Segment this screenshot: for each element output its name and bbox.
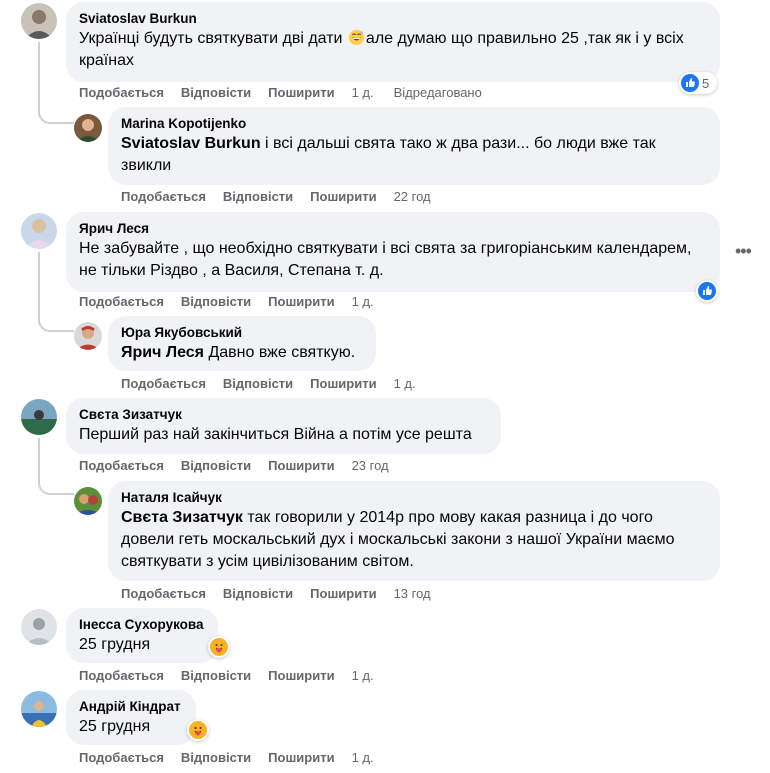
care-reaction-icon [189,721,207,739]
comment-bubble: Ярич Леся Не забувайте , що необхідно св… [66,212,720,292]
share-button[interactable]: Поширити [310,376,376,391]
reply-button[interactable]: Відповісти [223,376,293,391]
reply-text: Sviatoslav Burkun і всі дальші свята так… [121,133,708,177]
reply-author[interactable]: Юра Якубовський [121,324,364,342]
comment-author[interactable]: Інесса Сухорукова [79,616,206,634]
comment-bubble: Свєта Зизатчук Перший раз най закінчитьс… [66,398,501,454]
reply-time[interactable]: 1 д. [394,376,416,391]
reaction-summary[interactable] [187,719,209,741]
edited-label: Відредаговано [393,84,482,100]
avatar[interactable] [74,114,102,142]
mention-link[interactable]: Свєта Зизатчук [121,509,243,526]
share-button[interactable]: Поширити [268,294,334,309]
like-reaction-icon [681,74,699,92]
comment-time[interactable]: 1 д. [352,750,374,765]
share-button[interactable]: Поширити [310,189,376,204]
reply-time[interactable]: 22 год [394,189,431,204]
share-button[interactable]: Поширити [268,668,334,683]
reply-text: Ярич Леся Давно вже святкую. [121,342,364,364]
like-button[interactable]: Подобається [79,750,164,765]
share-button[interactable]: Поширити [268,458,334,473]
thread-branch [38,318,74,332]
reaction-count: 5 [702,75,710,91]
comment-actions: Подобається Відповісти Поширити 1 д. [79,293,374,309]
thread-branch [38,110,74,124]
comment-time[interactable]: 1 д. [352,85,374,100]
care-reaction-icon [210,638,228,656]
share-button[interactable]: Поширити [268,750,334,765]
comment-author[interactable]: Sviatoslav Burkun [79,10,708,28]
comment-author[interactable]: Свєта Зизатчук [79,406,489,424]
comment-actions: Подобається Відповісти Поширити 1 д. [79,749,374,765]
avatar[interactable] [21,213,57,249]
share-button[interactable]: Поширити [268,85,334,100]
reply-actions: Подобається Відповісти Поширити 13 год [121,585,431,601]
share-button[interactable]: Поширити [310,586,376,601]
comment-text: Українці будуть святкувати дві дати але … [79,28,708,72]
comment-time[interactable]: 1 д. [352,668,374,683]
comment-text-part: Українці будуть святкувати дві дати [79,30,347,47]
comment-bubble: Інесса Сухорукова 25 грудня [66,608,218,663]
like-button[interactable]: Подобається [121,376,206,391]
avatar[interactable] [21,399,57,435]
avatar[interactable] [74,487,102,515]
like-button[interactable]: Подобається [79,85,164,100]
reply-button[interactable]: Відповісти [181,668,251,683]
like-button[interactable]: Подобається [121,586,206,601]
comment-author[interactable]: Ярич Леся [79,220,708,238]
mention-link[interactable]: Ярич Леся [121,344,204,361]
reaction-summary[interactable] [208,636,230,658]
thread-branch [38,481,74,495]
like-button[interactable]: Подобається [79,458,164,473]
mention-link[interactable]: Sviatoslav Burkun [121,135,261,152]
reply-bubble: Наталя Ісайчук Свєта Зизатчук так говори… [108,481,720,581]
avatar[interactable] [21,609,57,645]
avatar[interactable] [21,3,57,39]
like-reaction-icon [698,282,716,300]
reply-time[interactable]: 13 год [394,586,431,601]
more-options-icon[interactable]: ••• [735,242,752,260]
reply-author[interactable]: Наталя Ісайчук [121,489,708,507]
reply-author[interactable]: Marina Kopotijenko [121,115,708,133]
like-button[interactable]: Подобається [79,668,164,683]
reply-button[interactable]: Відповісти [223,189,293,204]
comment-text: 25 грудня [79,636,151,653]
comment-thread: Sviatoslav Burkun Українці будуть святку… [0,0,770,773]
reply-button[interactable]: Відповісти [181,294,251,309]
comment-actions: Подобається Відповісти Поширити 1 д. [79,667,374,683]
comment-time[interactable]: 1 д. [352,294,374,309]
comment-text: Перший раз най закінчиться Війна а потім… [79,426,472,443]
reaction-summary[interactable]: 5 [679,72,718,94]
reply-actions: Подобається Відповісти Поширити 22 год [121,188,431,204]
reply-button[interactable]: Відповісти [223,586,293,601]
reply-actions: Подобається Відповісти Поширити 1 д. [121,375,416,391]
comment-actions: Подобається Відповісти Поширити 23 год [79,457,389,473]
avatar[interactable] [74,322,102,350]
comment-text: Не забувайте , що необхідно святкувати і… [79,240,692,279]
reply-button[interactable]: Відповісти [181,85,251,100]
reaction-summary[interactable] [696,280,718,302]
like-button[interactable]: Подобається [79,294,164,309]
comment-bubble: Андрій Кіндрат 25 грудня [66,690,196,745]
reply-text: Свєта Зизатчук так говорили у 2014р про … [121,507,708,573]
reply-bubble: Юра Якубовський Ярич Леся Давно вже свят… [108,316,376,371]
reply-button[interactable]: Відповісти [181,750,251,765]
comment-text: 25 грудня [79,718,151,735]
thread-line [38,438,40,485]
reply-text-part: Давно вже святкую. [204,344,356,361]
like-button[interactable]: Подобається [121,189,206,204]
comment-bubble: Sviatoslav Burkun Українці будуть святку… [66,2,720,82]
comment-actions: Подобається Відповісти Поширити 1 д. Від… [79,84,482,100]
thread-line [38,42,40,114]
comment-author[interactable]: Андрій Кіндрат [79,698,184,716]
grinning-sweat-emoji [348,29,365,46]
reply-bubble: Marina Kopotijenko Sviatoslav Burkun і в… [108,107,720,185]
comment-time[interactable]: 23 год [352,458,389,473]
avatar[interactable] [21,691,57,727]
thread-line [38,252,40,322]
reply-button[interactable]: Відповісти [181,458,251,473]
